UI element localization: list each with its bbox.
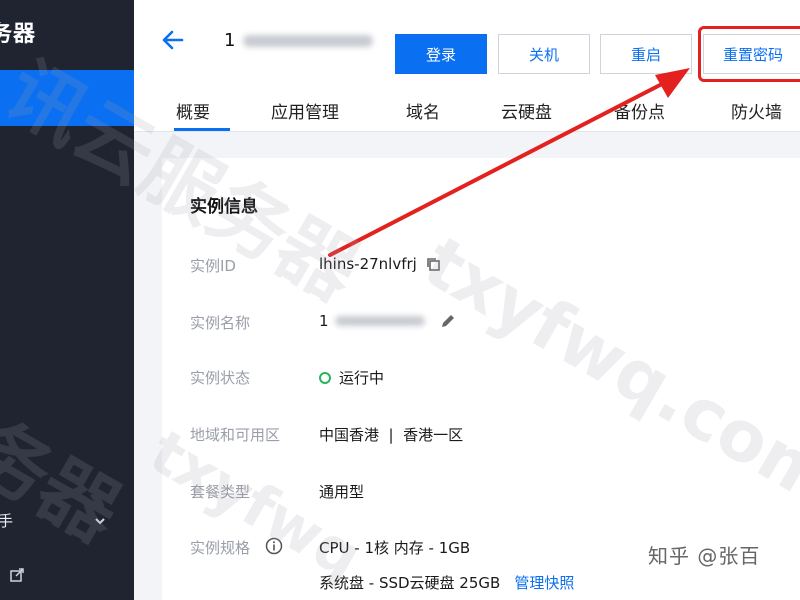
value-system-disk: 系统盘 - SSD云硬盘 25GB 管理快照 <box>319 572 574 593</box>
sidebar: 务器 手 <box>0 0 134 600</box>
tab-bar <box>134 90 800 132</box>
label-instance-name: 实例名称 <box>190 314 251 332</box>
tab-backup[interactable]: 备份点 <box>614 98 665 123</box>
tab-domain[interactable]: 域名 <box>406 98 440 123</box>
page-title: 1 <box>224 30 374 51</box>
login-button[interactable]: 登录 <box>395 34 487 74</box>
tab-overview[interactable]: 概要 <box>176 98 210 123</box>
label-instance-spec: 实例规格 <box>190 539 251 557</box>
manage-snapshot-link[interactable]: 管理快照 <box>514 572 574 593</box>
status-running-icon <box>319 371 331 384</box>
instance-name-text: 1 <box>319 312 329 330</box>
label-instance-status: 实例状态 <box>190 369 251 387</box>
value-instance-id: lhins-27nlvfrj <box>319 255 441 273</box>
redacted-ip <box>243 34 374 47</box>
system-disk-text: 系统盘 - SSD云硬盘 25GB <box>319 574 501 592</box>
edit-icon[interactable] <box>439 312 457 330</box>
external-link-icon[interactable] <box>10 568 24 582</box>
sidebar-title: 务器 <box>0 22 37 47</box>
sidebar-item-active[interactable] <box>0 70 134 126</box>
instance-info-title: 实例信息 <box>190 197 258 217</box>
copy-icon[interactable] <box>425 256 441 272</box>
tab-active-indicator <box>174 128 230 131</box>
value-instance-status: 运行中 <box>319 367 384 388</box>
tab-firewall[interactable]: 防火墙 <box>731 98 782 123</box>
label-instance-id: 实例ID <box>190 257 236 275</box>
status-text: 运行中 <box>339 369 385 387</box>
restart-button[interactable]: 重启 <box>600 34 692 74</box>
tab-app-management[interactable]: 应用管理 <box>271 98 339 123</box>
value-instance-name: 1 <box>319 312 457 330</box>
instance-id-text: lhins-27nlvfrj <box>319 255 417 273</box>
footer-brand: 知乎 @张百 <box>648 544 761 568</box>
value-instance-spec: CPU - 1核 内存 - 1GB <box>319 539 471 557</box>
instance-info-card <box>162 158 800 600</box>
instance-title-text: 1 <box>224 30 236 51</box>
tab-cloud-disk[interactable]: 云硬盘 <box>501 98 552 123</box>
value-region: 中国香港 | 香港一区 <box>319 426 464 444</box>
chevron-down-icon[interactable] <box>93 514 107 528</box>
highlight-annotation <box>698 26 800 82</box>
back-arrow-icon[interactable] <box>160 28 186 52</box>
info-icon[interactable] <box>265 537 283 555</box>
shutdown-button[interactable]: 关机 <box>498 34 590 74</box>
redacted-name <box>334 316 425 326</box>
label-package-type: 套餐类型 <box>190 483 251 501</box>
value-package-type: 通用型 <box>319 483 365 501</box>
label-region: 地域和可用区 <box>190 426 281 444</box>
sidebar-item-assistant[interactable]: 手 <box>0 510 13 531</box>
